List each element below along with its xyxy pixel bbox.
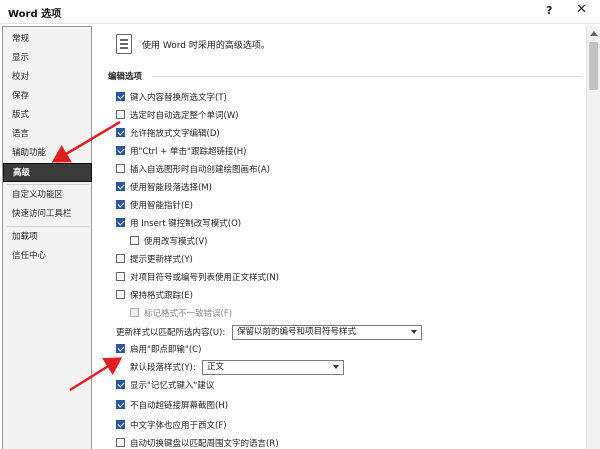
option-drawing-canvas[interactable]: 插入自选图形时自动创建绘图画布(A) bbox=[116, 164, 270, 178]
option-typing-replaces[interactable]: 键入内容替换所选文字(T) bbox=[116, 92, 227, 106]
checkbox-icon[interactable] bbox=[116, 128, 125, 137]
document-options-icon bbox=[116, 34, 132, 54]
option-drag-drop[interactable]: 允许拖放式文字编辑(D) bbox=[116, 128, 220, 142]
sidebar-item-addins[interactable]: 加载项 bbox=[3, 228, 92, 247]
section-title-editing: 编辑选项 bbox=[108, 72, 143, 82]
panel-description: 使用 Word 时采用的高级选项。 bbox=[142, 41, 270, 51]
sidebar-item-customize-ribbon[interactable]: 自定义功能区 bbox=[3, 186, 92, 205]
option-smart-paragraph[interactable]: 使用智能段落选择(M) bbox=[116, 182, 212, 196]
option-insert-key-overtype[interactable]: 用 Insert 键控制改写模式(O) bbox=[116, 218, 241, 232]
title-bar: Word 选项 ? ✕ bbox=[0, 0, 600, 24]
scroll-up-icon[interactable] bbox=[590, 31, 598, 36]
option-auto-switch-keyboard[interactable]: 自动切换键盘以匹配周围文字的语言(R) bbox=[116, 438, 279, 449]
sidebar-item-general[interactable]: 常规 bbox=[3, 30, 92, 49]
checkbox-icon[interactable] bbox=[116, 380, 125, 389]
option-ctrl-click-hyperlink[interactable]: 用"Ctrl + 单击"跟踪超链接(H) bbox=[116, 146, 247, 160]
chevron-down-icon bbox=[411, 330, 417, 334]
checkbox-icon[interactable] bbox=[116, 344, 125, 353]
default-paragraph-style-label: 默认段落样式(Y): bbox=[130, 363, 196, 373]
sidebar-divider bbox=[7, 226, 89, 227]
option-mark-format-inconsistencies: 标记格式不一致错误(F) bbox=[130, 308, 232, 322]
window-title: Word 选项 bbox=[8, 9, 62, 20]
update-style-label: 更新样式以匹配所选内容(U): bbox=[116, 328, 226, 338]
section-divider bbox=[152, 76, 582, 77]
option-click-and-type[interactable]: 启用"即点即输"(C) bbox=[116, 344, 201, 358]
option-autocomplete-suggestions[interactable]: 显示"记忆式键入"建议 bbox=[116, 380, 214, 394]
checkbox-icon[interactable] bbox=[116, 254, 125, 263]
option-prompt-update-style[interactable]: 提示更新样式(Y) bbox=[116, 254, 193, 268]
option-overtype-mode[interactable]: 使用改写模式(V) bbox=[130, 236, 207, 250]
sidebar-item-trust-center[interactable]: 信任中心 bbox=[3, 247, 92, 266]
sidebar-divider bbox=[7, 184, 89, 185]
option-asian-font-western[interactable]: 中文字体也应用于西文(F) bbox=[116, 420, 227, 434]
sidebar-item-accessibility[interactable]: 辅助功能 bbox=[3, 144, 92, 163]
scroll-thumb[interactable] bbox=[589, 42, 598, 90]
sidebar-item-save[interactable]: 保存 bbox=[3, 87, 92, 106]
checkbox-icon[interactable] bbox=[116, 92, 125, 101]
update-style-dropdown[interactable]: 保留以前的编号和项目符号样式 bbox=[232, 325, 422, 340]
default-paragraph-style-dropdown[interactable]: 正文 bbox=[202, 360, 344, 375]
checkbox-icon[interactable] bbox=[116, 420, 125, 429]
close-button[interactable]: ✕ bbox=[576, 2, 587, 17]
checkbox-icon[interactable] bbox=[116, 400, 125, 409]
checkbox-icon[interactable] bbox=[116, 200, 125, 209]
checkbox-icon[interactable] bbox=[130, 236, 139, 245]
option-list-normal-style[interactable]: 对项目符号或编号列表使用正文样式(N) bbox=[116, 272, 279, 286]
checkbox-icon[interactable] bbox=[116, 290, 125, 299]
option-keep-track-formatting[interactable]: 保持格式跟踪(E) bbox=[116, 290, 193, 304]
sidebar-item-layout[interactable]: 版式 bbox=[3, 106, 92, 125]
vertical-scrollbar[interactable] bbox=[586, 26, 600, 449]
chevron-down-icon bbox=[333, 365, 339, 369]
advanced-options-panel: 使用 Word 时采用的高级选项。 编辑选项 键入内容替换所选文字(T) 选定时… bbox=[96, 26, 586, 449]
sidebar-nav: 常规 显示 校对 保存 版式 语言 辅助功能 高级 自定义功能区 快速访问工具栏… bbox=[2, 26, 92, 449]
sidebar-item-language[interactable]: 语言 bbox=[3, 125, 92, 144]
sidebar-item-quick-access[interactable]: 快速访问工具栏 bbox=[3, 205, 92, 224]
checkbox-icon[interactable] bbox=[116, 272, 125, 281]
option-smart-cursor[interactable]: 使用智能指针(E) bbox=[116, 200, 193, 214]
checkbox-icon[interactable] bbox=[116, 164, 125, 173]
checkbox-icon[interactable] bbox=[116, 146, 125, 155]
sidebar-item-advanced[interactable]: 高级 bbox=[3, 163, 92, 182]
panel-header: 使用 Word 时采用的高级选项。 bbox=[96, 26, 586, 66]
checkbox-icon[interactable] bbox=[116, 218, 125, 227]
help-button[interactable]: ? bbox=[546, 4, 552, 17]
checkbox-icon[interactable] bbox=[116, 110, 125, 119]
sidebar-item-proofing[interactable]: 校对 bbox=[3, 68, 92, 87]
option-no-autolink-screenshots[interactable]: 不自动超链接屏幕截图(H) bbox=[116, 400, 228, 414]
sidebar-item-display[interactable]: 显示 bbox=[3, 49, 92, 68]
checkbox-icon bbox=[130, 308, 139, 317]
option-select-whole-word[interactable]: 选定时自动选定整个单词(W) bbox=[116, 110, 239, 124]
checkbox-icon[interactable] bbox=[116, 438, 125, 447]
checkbox-icon[interactable] bbox=[116, 182, 125, 191]
